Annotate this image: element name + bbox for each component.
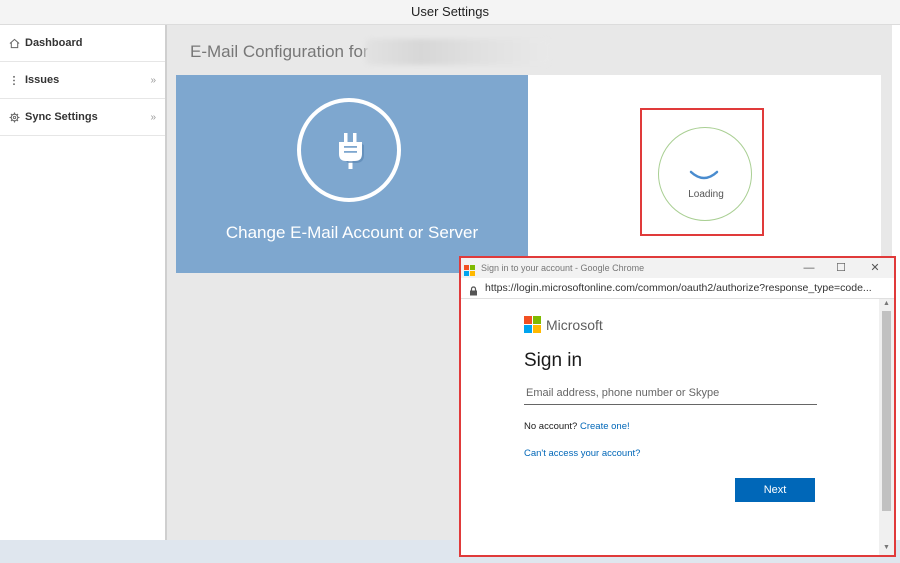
loading-text: Loading	[688, 189, 724, 200]
popup-scrollbar[interactable]: ▲ ▼	[879, 299, 894, 555]
signin-heading: Sign in	[524, 350, 583, 371]
signin-popup-window: Sign in to your account - Google Chrome …	[459, 256, 896, 557]
popup-titlebar[interactable]: Sign in to your account - Google Chrome …	[461, 258, 894, 278]
sidebar-item-label: Dashboard	[25, 37, 83, 49]
microsoft-logo: Microsoft	[524, 316, 603, 333]
no-account-text: No account?	[524, 421, 578, 432]
sidebar-item-dashboard[interactable]: Dashboard	[0, 25, 165, 62]
redacted-account-name	[365, 39, 550, 65]
cant-access-link[interactable]: Can't access your account?	[524, 448, 640, 459]
spinner-icon	[689, 170, 718, 180]
microsoft-logo-icon	[524, 316, 541, 333]
next-button[interactable]: Next	[735, 478, 815, 502]
sidebar-item-label: Issues	[25, 74, 60, 86]
home-icon	[8, 37, 20, 49]
scroll-thumb[interactable]	[882, 311, 891, 511]
dots-vertical-icon	[8, 74, 20, 86]
email-field[interactable]	[524, 382, 817, 405]
maximize-icon[interactable]: ☐	[828, 258, 854, 278]
change-email-account-card[interactable]: Change E-Mail Account or Server	[176, 75, 528, 273]
chevron-double-right-icon: »	[150, 111, 156, 123]
change-email-account-label: Change E-Mail Account or Server	[225, 223, 479, 242]
popup-title: Sign in to your account - Google Chrome	[481, 263, 645, 273]
scroll-up-icon[interactable]: ▲	[883, 300, 890, 307]
sidebar-item-issues[interactable]: Issues »	[0, 62, 165, 99]
address-bar[interactable]: https://login.microsoftonline.com/common…	[461, 278, 894, 299]
sidebar-item-label: Sync Settings	[25, 111, 98, 123]
minimize-icon[interactable]: —	[796, 258, 822, 278]
window-title: User Settings	[0, 0, 900, 25]
page-title: E-Mail Configuration for	[190, 42, 369, 61]
create-account-link[interactable]: Create one!	[580, 421, 630, 432]
url-text: https://login.microsoftonline.com/common…	[485, 282, 872, 294]
gear-icon	[8, 111, 20, 123]
sidebar-item-sync-settings[interactable]: Sync Settings »	[0, 99, 165, 136]
loading-indicator: Loading	[658, 127, 752, 221]
scroll-down-icon[interactable]: ▼	[883, 544, 890, 551]
sidebar: Dashboard Issues » Sync Settings »	[0, 25, 167, 540]
status-card: Loading	[528, 75, 881, 273]
no-account-row: No account? Create one!	[524, 421, 630, 432]
signin-page: Microsoft Sign in No account? Create one…	[461, 299, 879, 555]
close-icon[interactable]: ✕	[862, 258, 888, 278]
chevron-double-right-icon: »	[150, 74, 156, 86]
microsoft-brand-text: Microsoft	[546, 316, 603, 333]
loading-highlight-box: Loading	[640, 108, 764, 236]
plug-icon	[297, 98, 401, 202]
